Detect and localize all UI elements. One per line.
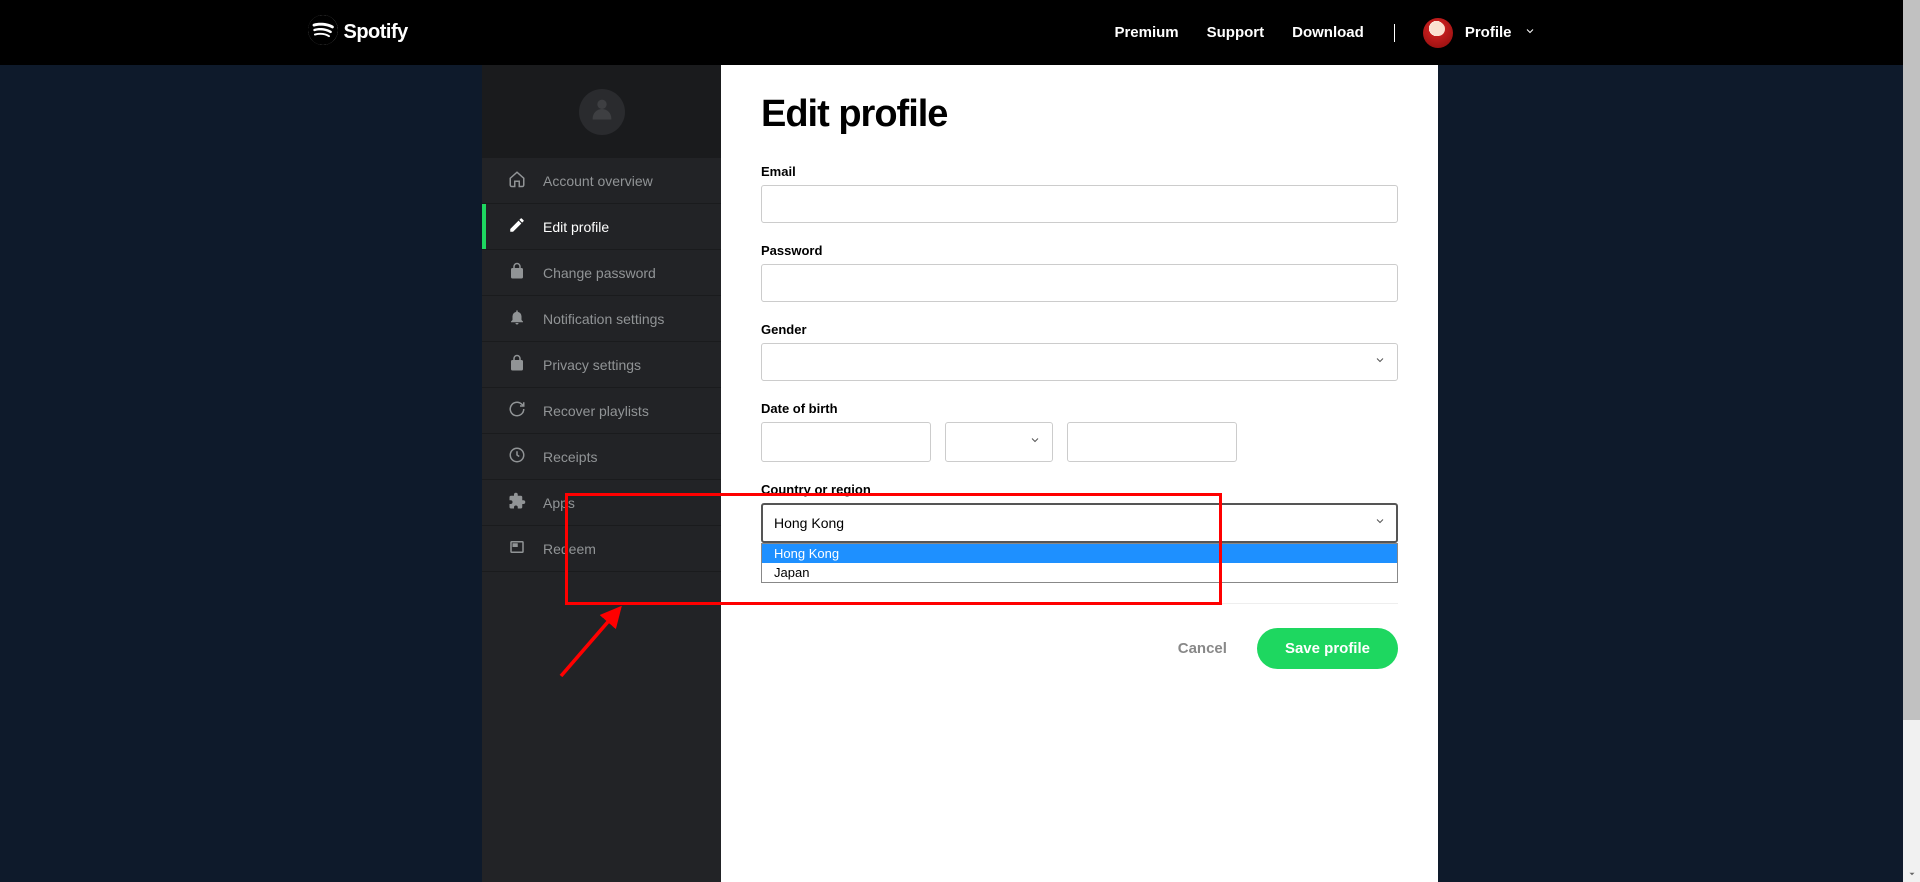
gender-label: Gender: [761, 322, 1398, 337]
sidebar-item-receipts[interactable]: Receipts: [482, 434, 721, 480]
puzzle-icon: [508, 492, 526, 513]
sidebar-item-redeem[interactable]: Redeem: [482, 526, 721, 572]
country-label: Country or region: [761, 482, 1398, 497]
country-select[interactable]: [761, 503, 1398, 543]
email-field[interactable]: [761, 185, 1398, 223]
sidebar-item-label: Redeem: [543, 541, 596, 557]
spotify-logo[interactable]: Spotify: [308, 15, 408, 50]
sidebar-item-notification-settings[interactable]: Notification settings: [482, 296, 721, 342]
person-icon: [588, 95, 616, 128]
lock-icon: [508, 262, 526, 283]
clock-icon: [508, 446, 526, 467]
cancel-button[interactable]: Cancel: [1178, 640, 1227, 657]
scrollbar-thumb[interactable]: [1903, 0, 1920, 720]
save-profile-button[interactable]: Save profile: [1257, 628, 1398, 669]
sidebar-item-label: Account overview: [543, 173, 653, 189]
lock-icon: [508, 354, 526, 375]
refresh-icon: [508, 400, 526, 421]
sidebar-item-change-password[interactable]: Change password: [482, 250, 721, 296]
sidebar-item-label: Receipts: [543, 449, 597, 465]
main-panel: Edit profile Email Password Gender Date …: [721, 65, 1438, 882]
country-option-japan[interactable]: Japan: [762, 563, 1397, 582]
email-label: Email: [761, 164, 1398, 179]
scrollbar-down-button[interactable]: [1903, 865, 1920, 882]
pencil-icon: [508, 216, 526, 237]
spotify-icon: [308, 15, 338, 50]
sidebar: Account overview Edit profile Change pas…: [482, 65, 721, 882]
sidebar-item-label: Notification settings: [543, 311, 664, 327]
sidebar-item-privacy-settings[interactable]: Privacy settings: [482, 342, 721, 388]
page-title: Edit profile: [761, 93, 1398, 136]
sidebar-item-label: Recover playlists: [543, 403, 649, 419]
chevron-down-icon: [1524, 24, 1536, 42]
dob-label: Date of birth: [761, 401, 1398, 416]
country-dropdown-listbox[interactable]: Hong Kong Japan: [761, 543, 1398, 583]
profile-label: Profile: [1465, 24, 1512, 41]
country-option-hong-kong[interactable]: Hong Kong: [762, 544, 1397, 563]
topbar: Spotify Premium Support Download Profile: [0, 0, 1903, 65]
sidebar-item-label: Privacy settings: [543, 357, 641, 373]
gender-select[interactable]: [761, 343, 1398, 381]
dob-month-select[interactable]: [945, 422, 1053, 462]
browser-scrollbar[interactable]: [1903, 0, 1920, 882]
profile-dropdown[interactable]: Profile: [1423, 18, 1536, 48]
divider: [761, 603, 1398, 604]
brand-name: Spotify: [344, 21, 408, 44]
dob-day-field[interactable]: [761, 422, 931, 462]
sidebar-avatar-wrap: [482, 65, 721, 158]
sidebar-item-label: Edit profile: [543, 219, 609, 235]
bell-icon: [508, 308, 526, 329]
sidebar-item-recover-playlists[interactable]: Recover playlists: [482, 388, 721, 434]
nav-premium[interactable]: Premium: [1114, 24, 1178, 41]
dob-year-field[interactable]: [1067, 422, 1237, 462]
sidebar-item-edit-profile[interactable]: Edit profile: [482, 204, 721, 250]
nav-support[interactable]: Support: [1207, 24, 1265, 41]
sidebar-item-account-overview[interactable]: Account overview: [482, 158, 721, 204]
sidebar-item-label: Change password: [543, 265, 656, 281]
sidebar-item-apps[interactable]: Apps: [482, 480, 721, 526]
password-field[interactable]: [761, 264, 1398, 302]
password-label: Password: [761, 243, 1398, 258]
card-icon: [508, 538, 526, 559]
avatar: [1423, 18, 1453, 48]
home-icon: [508, 170, 526, 191]
nav-separator: [1394, 24, 1395, 42]
sidebar-item-label: Apps: [543, 495, 575, 511]
nav-download[interactable]: Download: [1292, 24, 1364, 41]
sidebar-avatar-placeholder: [579, 89, 625, 135]
